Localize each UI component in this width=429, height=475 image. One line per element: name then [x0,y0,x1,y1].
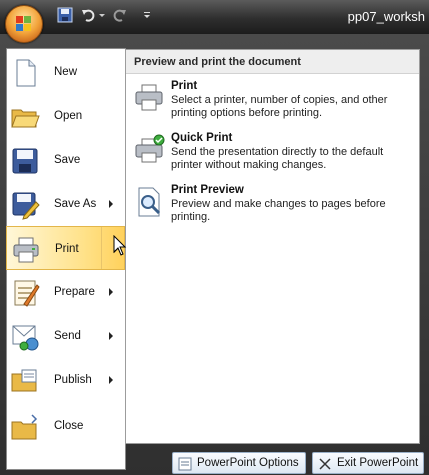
submenu-item-quick-print[interactable]: Quick Print Send the presentation direct… [133,132,413,178]
save-disk-icon [12,148,38,174]
submenu-item-print[interactable]: Print Select a printer, number of copies… [133,80,413,126]
prepare-icon [14,280,40,307]
menu-item-open[interactable]: Open [6,94,119,138]
menu-item-label: Save [54,154,81,166]
menu-item-label: Save As [54,198,97,210]
menu-item-publish[interactable]: Publish [6,358,119,402]
undo-dropdown-icon[interactable] [98,6,106,24]
mouse-cursor-icon [113,235,127,256]
undo-icon[interactable] [80,6,98,24]
menu-item-label: Close [54,420,84,432]
submenu-item-name: Print Preview [171,184,244,196]
submenu-item-description: Select a printer, number of copies, and … [171,94,388,119]
open-folder-icon [11,109,40,128]
submenu-item-description: Preview and make changes to pages before… [171,198,386,223]
publish-icon [11,369,37,392]
office-menu: New Open Save Save As Print Prepare Send… [0,34,429,475]
printer-icon [135,84,163,111]
submenu-item-name: Quick Print [171,132,233,144]
quick-print-icon [135,134,165,163]
printer-icon [13,237,39,263]
submenu-arrow-icon [109,288,113,296]
menu-item-label: Open [54,110,83,122]
menu-item-label: New [54,66,78,78]
print-preview-icon [138,187,161,217]
menu-item-new[interactable]: New [6,50,119,94]
menu-footer: PowerPoint Options Exit PowerPoint [0,448,429,475]
menu-item-label: Publish [54,374,92,386]
submenu-arrow-icon [109,376,113,384]
button-label: PowerPoint Options [197,457,299,469]
title-bar: pp07_worksh [0,0,429,34]
menu-item-label: Send [54,330,81,342]
save-icon[interactable] [56,6,74,24]
submenu-arrow-icon [109,200,113,208]
menu-item-save[interactable]: Save [6,138,119,182]
powerpoint-options-button[interactable]: PowerPoint Options [172,452,306,474]
exit-powerpoint-button[interactable]: Exit PowerPoint [312,452,424,474]
window-title: pp07_worksh [347,9,425,24]
split-divider [101,227,102,269]
office-button[interactable] [5,5,43,43]
redo-icon[interactable] [110,6,128,24]
menu-item-send[interactable]: Send [6,314,119,358]
submenu-item-print-preview[interactable]: Print Preview Preview and make changes t… [133,184,413,230]
submenu-header: Preview and print the document [126,50,419,74]
menu-item-close[interactable]: Close [6,404,119,448]
customize-dropdown-icon[interactable] [142,6,152,24]
menu-item-prepare[interactable]: Prepare [6,270,119,314]
menu-item-label: Prepare [54,286,95,298]
menu-item-label: Print [55,243,79,255]
close-folder-icon [11,414,38,440]
office-logo-icon [16,16,31,31]
send-icon [12,325,39,351]
submenu-item-name: Print [171,80,198,92]
save-as-icon [12,192,40,220]
button-label: Exit PowerPoint [337,457,419,469]
submenu-arrow-icon [109,332,113,340]
menu-item-print[interactable]: Print [6,226,125,270]
menu-item-save-as[interactable]: Save As [6,182,119,226]
close-icon [319,458,331,470]
submenu-item-description: Send the presentation directly to the de… [171,146,384,171]
new-document-icon [16,59,36,87]
options-icon [178,457,192,471]
